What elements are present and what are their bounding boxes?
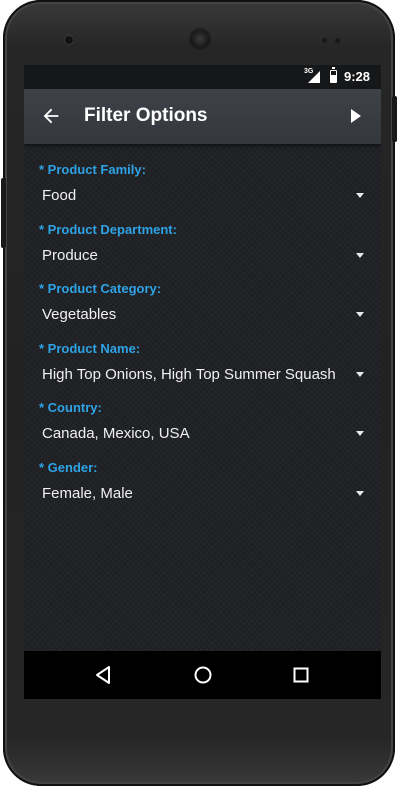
app-bar: Filter Options <box>24 89 381 144</box>
status-bar: 3G 9:28 <box>24 65 381 89</box>
filter-gender[interactable]: * Gender: Female, Male <box>24 442 381 502</box>
filter-product-department[interactable]: * Product Department: Produce <box>24 204 381 264</box>
filter-value[interactable]: Canada, Mexico, USA <box>42 425 348 442</box>
dropdown-caret-icon[interactable] <box>356 252 364 258</box>
phone-frame: 3G 9:28 Filter Options * Product Family:… <box>1 0 397 786</box>
dropdown-caret-icon[interactable] <box>356 431 364 437</box>
clock: 9:28 <box>344 69 371 84</box>
volume-button <box>1 178 6 248</box>
filter-label: * Gender: <box>39 460 98 475</box>
proximity-sensor <box>322 38 327 43</box>
triangle-back-icon[interactable] <box>91 663 115 687</box>
filter-label: * Product Department: <box>39 221 177 237</box>
filter-value[interactable]: Food <box>42 187 348 204</box>
play-icon[interactable] <box>351 109 361 123</box>
power-button <box>392 96 397 142</box>
filter-label: * Country: <box>39 400 102 416</box>
filter-country[interactable]: * Country: Canada, Mexico, USA <box>24 382 381 442</box>
earpiece-speaker <box>189 28 211 50</box>
filter-product-category[interactable]: * Product Category: Vegetables <box>24 263 381 323</box>
filter-product-name[interactable]: * Product Name: High Top Onions, High To… <box>24 323 381 383</box>
square-recents-icon[interactable] <box>289 663 313 687</box>
front-camera <box>65 36 73 44</box>
dropdown-caret-icon[interactable] <box>356 312 364 318</box>
filter-label: * Product Family: <box>39 162 146 177</box>
page-title: Filter Options <box>84 105 208 126</box>
filter-product-family[interactable]: * Product Family: Food <box>24 144 381 204</box>
filter-label: * Product Name: <box>39 340 141 356</box>
filter-value[interactable]: Vegetables <box>42 306 348 323</box>
filter-value[interactable]: Produce <box>42 247 348 264</box>
filter-value[interactable]: High Top Onions, High Top Summer Squash <box>42 366 348 383</box>
arrow-left-icon[interactable] <box>40 105 62 127</box>
light-sensor <box>335 38 340 43</box>
battery-icon <box>330 67 337 83</box>
dropdown-caret-icon[interactable] <box>356 371 364 377</box>
screen: 3G 9:28 Filter Options * Product Family:… <box>24 65 381 699</box>
dropdown-caret-icon[interactable] <box>356 193 364 198</box>
circle-home-icon[interactable] <box>191 663 215 687</box>
filter-label: * Product Category: <box>39 281 162 297</box>
dropdown-caret-icon[interactable] <box>356 491 364 496</box>
signal-icon <box>308 71 320 83</box>
system-nav-bar <box>24 651 381 699</box>
filter-value[interactable]: Female, Male <box>42 485 348 502</box>
